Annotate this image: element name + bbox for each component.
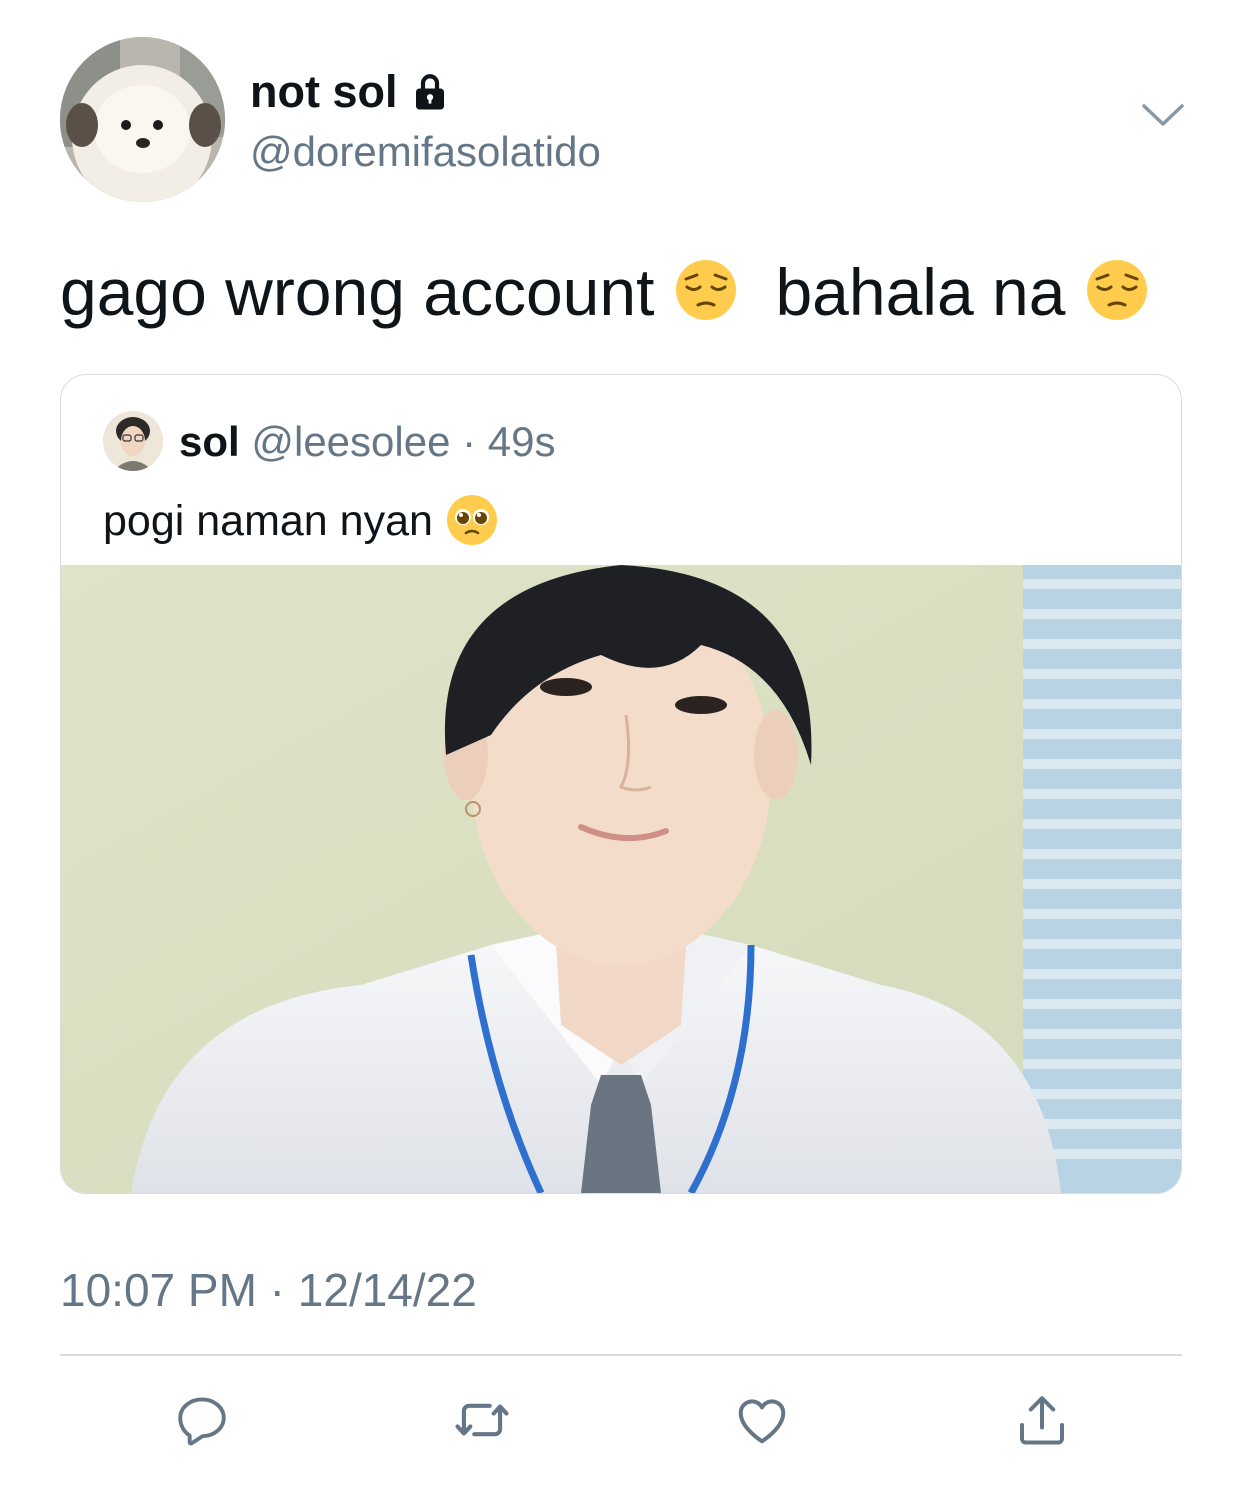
quoted-display-name[interactable]: sol bbox=[179, 418, 240, 465]
quoted-text: pogi naman nyan bbox=[103, 493, 499, 549]
lock-icon bbox=[416, 74, 445, 110]
quoted-author-avatar[interactable] bbox=[103, 411, 163, 471]
like-icon bbox=[738, 1399, 786, 1444]
quoted-time: 49s bbox=[487, 418, 556, 465]
author-handle[interactable]: @doremifasolatido bbox=[250, 124, 601, 180]
reply-button[interactable] bbox=[170, 1388, 234, 1452]
quoted-handle[interactable]: @leesolee bbox=[251, 418, 450, 465]
tweet-text-part1: gago wrong account bbox=[60, 255, 655, 329]
divider bbox=[60, 1354, 1182, 1356]
pensive-face-emoji bbox=[1086, 260, 1147, 320]
pensive-face-emoji bbox=[675, 260, 736, 320]
author-avatar[interactable] bbox=[60, 37, 225, 202]
retweet-icon bbox=[455, 1403, 509, 1437]
dog-avatar-image bbox=[60, 37, 225, 202]
author-display-name[interactable]: not sol bbox=[250, 66, 397, 118]
share-button[interactable] bbox=[1010, 1388, 1074, 1452]
tweet-text-part2: bahala na bbox=[775, 255, 1066, 329]
quoted-header: sol @leesolee · 49s bbox=[179, 417, 556, 467]
retweet-button[interactable] bbox=[450, 1388, 514, 1452]
tweet-actions bbox=[60, 1388, 1182, 1452]
tweet-timestamp[interactable]: 10:07 PM · 12/14/22 bbox=[60, 1262, 477, 1318]
reply-icon bbox=[178, 1397, 226, 1446]
quoted-separator: · bbox=[462, 418, 477, 465]
pleading-face-emoji bbox=[446, 495, 497, 545]
chevron-down-icon[interactable] bbox=[1140, 100, 1186, 130]
like-button[interactable] bbox=[730, 1388, 794, 1452]
quoted-tweet[interactable]: sol @leesolee · 49s pogi naman nyan bbox=[60, 374, 1182, 1194]
author-info: not sol @doremifasolatido bbox=[250, 66, 601, 180]
quoted-text-content: pogi naman nyan bbox=[103, 497, 433, 545]
share-icon bbox=[1020, 1396, 1064, 1445]
tweet-text: gago wrong account bahala na bbox=[60, 252, 1150, 332]
quoted-media-photo[interactable] bbox=[61, 565, 1181, 1193]
author-display-name-row[interactable]: not sol bbox=[250, 66, 601, 118]
person-avatar-image bbox=[103, 411, 163, 471]
